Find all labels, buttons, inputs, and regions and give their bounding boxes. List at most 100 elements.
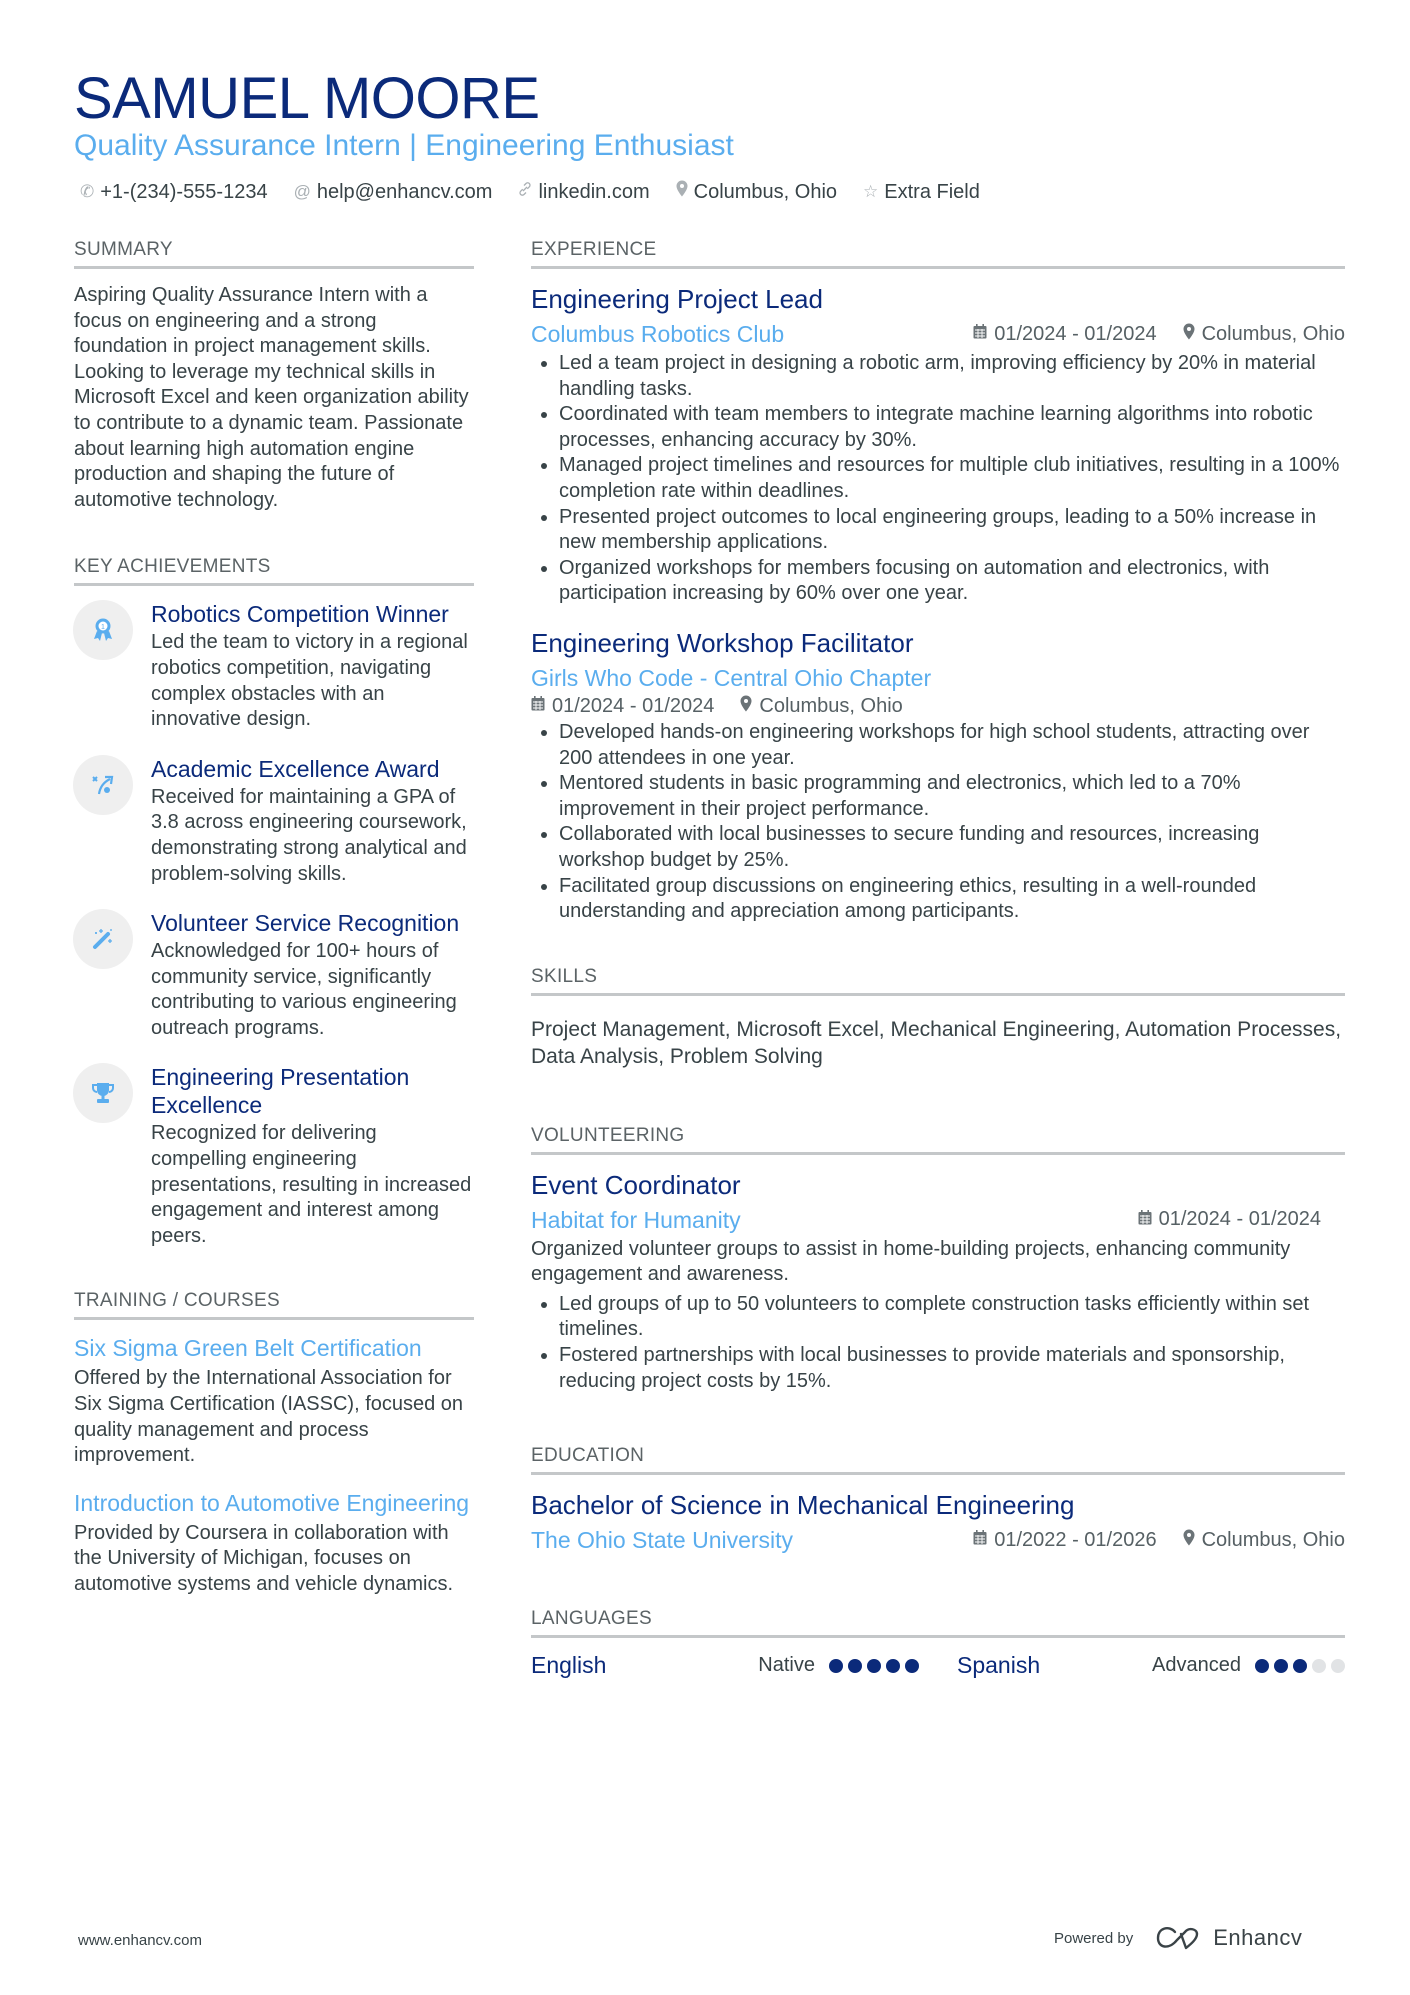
language-item: English Native: [531, 1652, 919, 1679]
brand-logo[interactable]: Enhancv: [1155, 1925, 1302, 1951]
company-name: Girls Who Code - Central Ohio Chapter: [531, 664, 932, 691]
job-bullets: Developed hands-on engineering workshops…: [531, 720, 1345, 925]
bullet-item: Mentored students in basic programming a…: [559, 771, 1345, 822]
skills-section: SKILLS Project Management, Microsoft Exc…: [531, 965, 1345, 1070]
brand-name: Enhancv: [1213, 1925, 1303, 1950]
bullet-item: Fostered partnerships with local busines…: [559, 1343, 1345, 1394]
svg-text:1: 1: [101, 624, 105, 631]
school-name: The Ohio State University: [531, 1527, 794, 1554]
bullet-item: Collaborated with local businesses to se…: [559, 822, 1345, 873]
link-icon: [518, 177, 532, 207]
job-location: Columbus, Ohio: [1201, 322, 1345, 345]
achievement-title: Volunteer Service Recognition: [151, 910, 460, 937]
achievement-title: Academic Excellence Award: [151, 755, 440, 782]
contact-text: Extra Field: [884, 181, 980, 203]
course-title: Six Sigma Green Belt Certification: [74, 1335, 422, 1362]
job-dates: 01/2024 - 01/2024: [994, 322, 1157, 345]
job-title: Engineering Project Lead: [531, 284, 823, 314]
contact-email[interactable]: @ help@enhancv.com: [294, 177, 493, 207]
contact-linkedin[interactable]: linkedin.com: [518, 177, 650, 207]
achievement-text: Led the team to victory in a regional ro…: [151, 631, 468, 731]
rating-dot-filled: [1255, 1658, 1269, 1673]
section-heading: KEY ACHIEVEMENTS: [74, 555, 474, 587]
calendar-icon: [1138, 1209, 1152, 1230]
language-rating: [1255, 1658, 1345, 1673]
achievement-item: Academic Excellence Award Received for m…: [73, 754, 474, 887]
strategy-arrow-icon: [73, 754, 133, 815]
footer-website-link[interactable]: www.enhancv.com: [78, 1932, 202, 1949]
achievement-text: Acknowledged for 100+ hours of community…: [151, 940, 457, 1039]
rating-dot-filled: [1293, 1658, 1307, 1673]
section-heading: SUMMARY: [74, 238, 474, 269]
contact-phone[interactable]: ✆ +1-(234)-555-1234: [80, 177, 268, 207]
course-title: Introduction to Automotive Engineering: [74, 1489, 470, 1516]
enhancv-logo-icon: [1157, 1926, 1199, 1950]
job-entry: Engineering Workshop Facilitator Girls W…: [531, 627, 1345, 925]
location-pin-icon: [1183, 323, 1195, 345]
education-location: Columbus, Ohio: [1201, 1528, 1345, 1551]
achievement-title: Engineering Presentation Excellence: [151, 1064, 410, 1119]
degree-title: Bachelor of Science in Mechanical Engine…: [531, 1490, 1075, 1521]
star-icon: ☆: [863, 182, 879, 201]
achievement-text: Recognized for delivering compelling eng…: [151, 1122, 472, 1247]
achievement-title: Robotics Competition Winner: [151, 601, 449, 628]
achievement-item: Engineering Presentation Excellence Reco…: [73, 1063, 474, 1249]
location-pin-icon: [676, 177, 688, 207]
job-title: Engineering Workshop Facilitator: [531, 627, 914, 658]
languages-section: LANGUAGES English Native Spanish Advance…: [531, 1607, 1345, 1679]
skills-text: Project Management, Microsoft Excel, Mec…: [531, 1017, 1342, 1068]
rating-dot-filled: [905, 1658, 919, 1673]
magic-wand-icon: [73, 909, 133, 970]
section-heading: LANGUAGES: [531, 1607, 1345, 1639]
bullet-item: Managed project timelines and resources …: [559, 453, 1345, 504]
rating-dot-filled: [867, 1658, 881, 1673]
achievement-item: Volunteer Service Recognition Acknowledg…: [73, 909, 474, 1041]
volunteering-section: VOLUNTEERING Event Coordinator Habitat f…: [531, 1124, 1345, 1395]
rating-dot-filled: [848, 1658, 862, 1673]
course-text: Provided by Coursera in collaboration wi…: [74, 1521, 454, 1595]
powered-by-label: Powered by: [1054, 1929, 1134, 1947]
language-name: Spanish: [957, 1652, 1041, 1679]
contact-text: help@enhancv.com: [316, 181, 493, 203]
trophy-icon: [73, 1063, 133, 1124]
bullet-item: Developed hands-on engineering workshops…: [559, 720, 1345, 771]
location-pin-icon: [740, 695, 752, 717]
languages-list: English Native Spanish Advanced: [531, 1652, 1345, 1679]
bullet-item: Presented project outcomes to local engi…: [559, 505, 1345, 556]
language-name: English: [531, 1652, 607, 1679]
education-section: EDUCATION Bachelor of Science in Mechani…: [531, 1444, 1345, 1555]
bullet-item: Led a team project in designing a roboti…: [559, 351, 1345, 402]
volunteer-bullets: Led groups of up to 50 volunteers to com…: [531, 1292, 1345, 1394]
contact-text: +1-(234)-555-1234: [100, 181, 268, 203]
rating-dot-empty: [1312, 1658, 1326, 1673]
candidate-name: SAMUEL MOORE: [74, 66, 540, 131]
summary-section: SUMMARY Aspiring Quality Assurance Inter…: [74, 238, 474, 513]
job-dates: 01/2024 - 01/2024: [552, 694, 715, 717]
left-column: SUMMARY Aspiring Quality Assurance Inter…: [73, 238, 474, 1634]
course-item: Introduction to Automotive Engineering P…: [74, 1489, 474, 1598]
calendar-icon: [531, 696, 545, 716]
location-pin-icon: [1183, 1529, 1195, 1551]
training-section: TRAINING / COURSES Six Sigma Green Belt …: [74, 1289, 474, 1597]
bullet-item: Led groups of up to 50 volunteers to com…: [559, 1292, 1345, 1343]
contact-bar: ✆ +1-(234)-555-1234 @ help@enhancv.com l…: [80, 177, 980, 207]
course-text: Offered by the International Association…: [74, 1367, 464, 1467]
at-icon: @: [293, 182, 311, 201]
rating-dot-empty: [1331, 1658, 1345, 1673]
footer-branding: Powered by Enhancv: [1054, 1925, 1302, 1951]
volunteer-role: Event Coordinator: [531, 1169, 741, 1200]
achievement-text: Received for maintaining a GPA of 3.8 ac…: [151, 785, 467, 885]
contact-extra: ☆ Extra Field: [863, 177, 980, 207]
calendar-icon: [973, 324, 987, 344]
language-level: Advanced: [1152, 1654, 1241, 1677]
bullet-item: Coordinated with team members to integra…: [559, 402, 1345, 453]
award-ribbon-icon: 1: [73, 600, 133, 661]
bullet-item: Organized workshops for members focusing…: [559, 556, 1345, 607]
job-location: Columbus, Ohio: [759, 694, 903, 717]
achievement-item: 1 Robotics Competition Winner Led the te…: [73, 600, 474, 732]
candidate-title: Quality Assurance Intern | Engineering E…: [74, 129, 734, 162]
volunteer-org: Habitat for Humanity: [531, 1206, 741, 1233]
contact-text: Columbus, Ohio: [693, 181, 838, 203]
phone-icon: ✆: [80, 182, 95, 201]
language-rating: [829, 1658, 919, 1673]
